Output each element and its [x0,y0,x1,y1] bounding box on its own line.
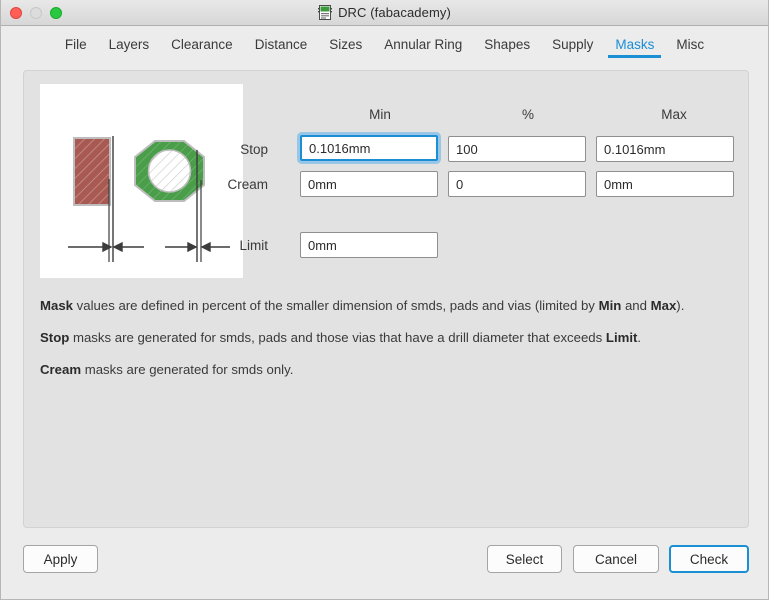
drc-dialog-window: DRC (fabacademy) File Layers Clearance D… [0,0,769,600]
stop-min-input[interactable] [300,135,438,161]
note-stop-keyword: Stop [40,329,70,345]
cream-percent-input[interactable] [448,171,586,197]
window-controls [10,0,62,26]
note-mask-text-1: values are defined in percent of the sma… [73,298,599,313]
dialog-button-bar: Apply Select Cancel Check [1,531,768,599]
tab-distance[interactable]: Distance [244,33,319,60]
masks-tab-panel: Min % Max Stop Cream Limit Mask values a… [23,70,749,528]
tab-masks[interactable]: Masks [604,33,665,60]
tab-annular-ring[interactable]: Annular Ring [373,33,473,60]
title-group: DRC (fabacademy) [318,5,451,20]
limit-input[interactable] [300,232,438,258]
window-title: DRC (fabacademy) [338,5,451,20]
cream-max-input[interactable] [596,171,734,197]
select-button[interactable]: Select [487,545,562,573]
tab-misc[interactable]: Misc [665,33,715,60]
note-cream-keyword: Cream [40,361,82,377]
tab-clearance[interactable]: Clearance [160,33,244,60]
note-stop-text-1: masks are generated for smds, pads and t… [69,329,606,345]
column-header-percent: % [521,107,534,122]
minimize-button[interactable] [30,7,42,19]
check-button[interactable]: Check [669,545,749,573]
tab-supply[interactable]: Supply [541,33,604,60]
note-mask-keyword: Mask [40,298,73,313]
tab-sizes[interactable]: Sizes [318,33,373,60]
note-stop-keyword-limit: Limit [605,329,638,345]
note-cream: Cream masks are generated for smds only. [40,361,730,379]
note-stop: Stop masks are generated for smds, pads … [40,329,730,347]
zoom-button[interactable] [50,7,62,19]
row-label-limit: Limit [239,238,268,253]
note-mask-keyword-max: Max [650,298,677,313]
apply-button[interactable]: Apply [23,545,98,573]
close-button[interactable] [10,7,22,19]
note-mask-text-3: ). [676,298,685,313]
stop-max-input[interactable] [596,136,734,162]
row-label-stop: Stop [240,142,268,157]
cream-min-input[interactable] [300,171,438,197]
cancel-button[interactable]: Cancel [573,545,659,573]
tab-bar: File Layers Clearance Distance Sizes Ann… [1,26,768,60]
tab-shapes[interactable]: Shapes [473,33,541,60]
note-mask-text-2: and [621,298,651,313]
drc-chip-icon [318,5,333,20]
note-cream-text-1: masks are generated for smds only. [81,361,294,377]
column-header-max: Max [661,107,687,122]
note-mask-keyword-min: Min [598,298,622,313]
note-stop-text-2: . [637,329,642,345]
note-mask: Mask values are defined in percent of th… [40,297,730,315]
row-label-cream: Cream [227,177,268,192]
column-header-min: Min [369,107,391,122]
stop-percent-input[interactable] [448,136,586,162]
notes-block: Mask values are defined in percent of th… [40,297,730,392]
title-bar: DRC (fabacademy) [1,0,768,26]
tab-file[interactable]: File [54,33,98,60]
tab-layers[interactable]: Layers [98,33,161,60]
